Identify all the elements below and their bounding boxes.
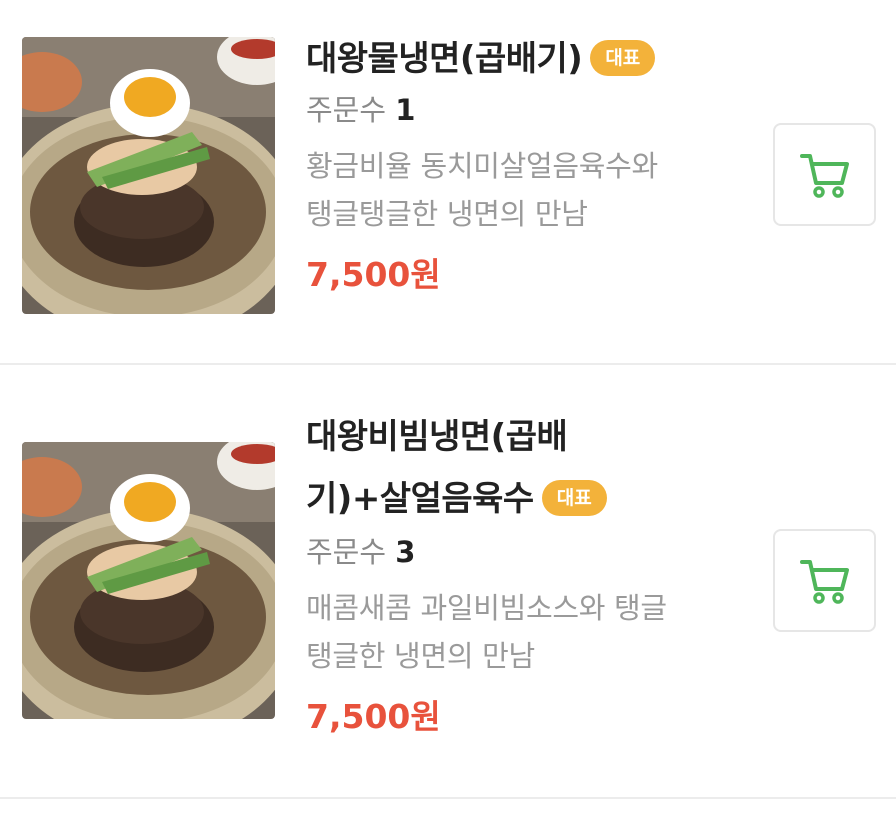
order-count: 주문수 1 bbox=[306, 93, 416, 127]
menu-item-name: 대왕물냉면(곱배기) 대표 bbox=[306, 28, 736, 90]
menu-item-description: 매콤새콤 과일비빔소스와 탱글 탱글한 냉면의 만남 bbox=[306, 591, 667, 673]
cart-icon bbox=[799, 153, 849, 198]
menu-item[interactable]: 대왕물냉면(곱배기) 대표 주문수 1 황금비율 동치미살얼음육수와 탱글탱글한 … bbox=[0, 0, 896, 364]
menu-item-info: 대왕물냉면(곱배기) 대표 주문수 1 황금비율 동치미살얼음육수와 탱글탱글한 … bbox=[306, 28, 736, 298]
order-count-value: 3 bbox=[395, 535, 416, 569]
divider bbox=[0, 363, 896, 365]
order-count: 주문수 3 bbox=[306, 535, 416, 569]
signature-badge: 대표 bbox=[590, 40, 656, 76]
add-to-cart-button[interactable] bbox=[773, 529, 876, 632]
order-count-value: 1 bbox=[395, 93, 416, 127]
menu-item-description: 황금비율 동치미살얼음육수와 탱글탱글한 냉면의 만남 bbox=[306, 149, 658, 231]
naengmyeon-photo-icon[interactable] bbox=[22, 442, 275, 719]
cart-icon bbox=[799, 559, 849, 604]
menu-item[interactable]: 대왕비빔냉면(곱배 기)+살얼음육수 대표 주문수 3 매콤새콤 과일비빔소스와 … bbox=[0, 366, 896, 798]
menu-list: 대왕물냉면(곱배기) 대표 주문수 1 황금비율 동치미살얼음육수와 탱글탱글한 … bbox=[0, 0, 896, 818]
add-to-cart-button[interactable] bbox=[773, 123, 876, 226]
signature-badge: 대표 bbox=[541, 480, 607, 516]
menu-item-name: 대왕비빔냉면(곱배 기)+살얼음육수 대표 bbox=[306, 406, 736, 530]
naengmyeon-photo-icon[interactable] bbox=[22, 37, 275, 314]
menu-item-price: 7,500원 bbox=[306, 697, 441, 736]
menu-item-price: 7,500원 bbox=[306, 255, 441, 294]
divider bbox=[0, 797, 896, 799]
menu-item-info: 대왕비빔냉면(곱배 기)+살얼음육수 대표 주문수 3 매콤새콤 과일비빔소스와 … bbox=[306, 406, 736, 740]
